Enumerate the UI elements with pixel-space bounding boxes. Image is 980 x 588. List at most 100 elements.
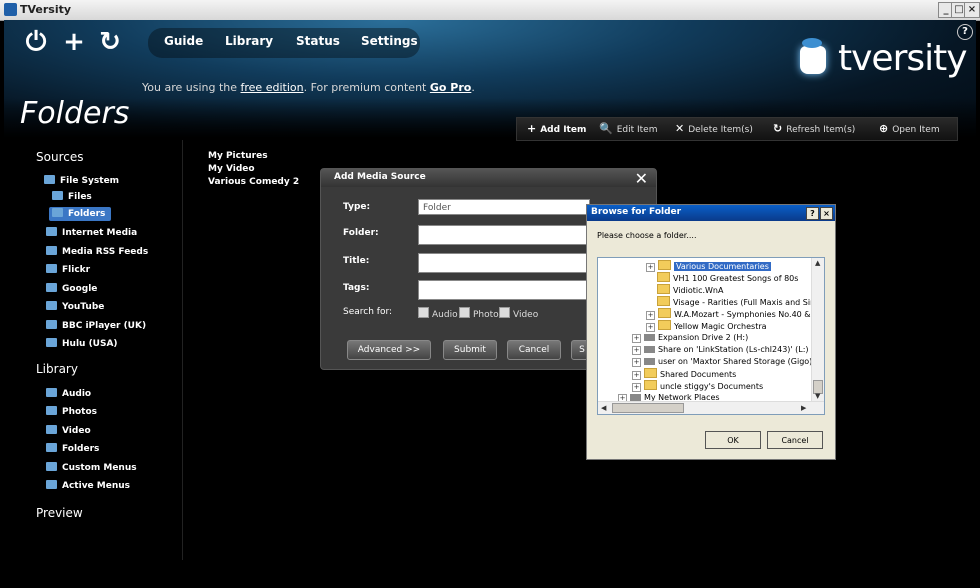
list-item[interactable]: My Video xyxy=(208,163,299,176)
sidebar-item-bbc-iplayer[interactable]: BBC iPlayer (UK) xyxy=(46,319,146,333)
ok-button[interactable]: OK xyxy=(705,431,761,449)
sidebar-item-hulu[interactable]: Hulu (USA) xyxy=(46,337,118,351)
photo-icon xyxy=(46,406,57,415)
sidebar-item-active-menus[interactable]: Active Menus xyxy=(46,479,130,493)
tab-guide[interactable]: Guide xyxy=(164,34,203,48)
sidebar-item-audio[interactable]: Audio xyxy=(46,387,91,401)
tree-node[interactable]: + Yellow Magic Orchestra xyxy=(646,320,767,332)
scroll-right-icon[interactable]: ▶ xyxy=(801,404,806,412)
close-button[interactable]: × xyxy=(964,2,980,18)
add-item-label: Add Item xyxy=(540,125,587,135)
sidebar-item-google[interactable]: Google xyxy=(46,282,97,296)
power-icon[interactable]: ⏻ xyxy=(22,28,50,56)
expand-icon[interactable]: + xyxy=(646,323,655,332)
advanced-button[interactable]: Advanced >> xyxy=(347,340,431,360)
video-checkbox-label: Video xyxy=(513,310,539,320)
sidebar-item-label: Hulu (USA) xyxy=(62,339,118,349)
sidebar-item-label: Internet Media xyxy=(62,228,138,238)
video-checkbox[interactable]: Video xyxy=(499,307,538,320)
refresh-item-button[interactable]: ↻ Refresh Item(s) xyxy=(773,122,855,135)
sidebar-item-internet-media[interactable]: Internet Media xyxy=(46,226,137,240)
title-input[interactable] xyxy=(418,253,590,273)
scroll-left-icon[interactable]: ◀ xyxy=(601,404,606,412)
folder-icon xyxy=(657,284,670,294)
tree-node[interactable]: + Shared Documents xyxy=(632,368,736,380)
help-icon[interactable]: ? xyxy=(957,24,973,40)
tree-node-label: user on 'Maxtor Shared Storage (Gigo)' (… xyxy=(658,357,823,366)
horizontal-scrollbar[interactable]: ◀ ▶ xyxy=(598,401,824,414)
tree-node-label: Share on 'LinkStation (Ls-chl243)' (L:) xyxy=(658,345,809,354)
audio-checkbox-label: Audio xyxy=(432,310,458,320)
expand-icon[interactable]: + xyxy=(632,358,641,367)
delete-item-button[interactable]: ✕ Delete Item(s) xyxy=(675,122,753,135)
submit-button[interactable]: Submit xyxy=(443,340,497,360)
open-item-button[interactable]: ⊕ Open Item xyxy=(879,122,940,135)
sidebar-item-library-folders[interactable]: Folders xyxy=(46,442,99,456)
expand-icon[interactable]: + xyxy=(632,371,641,380)
refresh-item-label: Refresh Item(s) xyxy=(786,125,856,135)
tree-node[interactable]: + user on 'Maxtor Shared Storage (Gigo)' … xyxy=(632,356,823,368)
sidebar-item-photos[interactable]: Photos xyxy=(46,405,97,419)
cancel-button[interactable]: Cancel xyxy=(507,340,561,360)
expand-icon[interactable]: + xyxy=(632,334,641,343)
add-item-button[interactable]: + Add Item xyxy=(527,122,586,135)
tab-status[interactable]: Status xyxy=(296,34,340,48)
sidebar-item-label: Video xyxy=(62,426,91,436)
tree-node[interactable]: + Expansion Drive 2 (H:) xyxy=(632,332,748,344)
tags-label: Tags: xyxy=(343,283,370,293)
tree-node[interactable]: Visage - Rarities (Full Maxis and Singl xyxy=(657,296,822,308)
tree-node[interactable]: + Various Documentaries xyxy=(646,260,771,272)
expand-icon[interactable]: + xyxy=(646,263,655,272)
plus-icon[interactable]: + xyxy=(60,28,88,56)
expand-icon[interactable]: + xyxy=(632,383,641,392)
sidebar-item-custom-menus[interactable]: Custom Menus xyxy=(46,461,137,475)
list-item[interactable]: My Pictures xyxy=(208,150,299,163)
tree-node[interactable]: VH1 100 Greatest Songs of 80s xyxy=(657,272,798,284)
refresh-icon: ↻ xyxy=(773,122,783,135)
free-edition-link[interactable]: free edition xyxy=(241,81,304,94)
sidebar-item-flickr[interactable]: Flickr xyxy=(46,263,90,277)
scroll-up-icon[interactable]: ▲ xyxy=(815,259,820,267)
sidebar-item-video[interactable]: Video xyxy=(46,424,91,438)
tree-node[interactable]: + W.A.Mozart - Symphonies No.40 & 4 xyxy=(646,308,818,320)
sidebar-item-file-system[interactable]: File System xyxy=(44,174,119,188)
folder-icon xyxy=(46,462,57,471)
sidebar-item-label: Custom Menus xyxy=(62,463,137,473)
audio-checkbox[interactable]: Audio xyxy=(418,307,458,320)
browse-cancel-button[interactable]: Cancel xyxy=(767,431,823,449)
folder-icon xyxy=(658,308,671,318)
tab-library[interactable]: Library xyxy=(225,34,273,48)
folder-tree[interactable]: + Various Documentaries VH1 100 Greatest … xyxy=(597,257,825,415)
sidebar-item-youtube[interactable]: YouTube xyxy=(46,300,104,314)
expand-icon[interactable]: + xyxy=(632,346,641,355)
tree-node[interactable]: + uncle stiggy's Documents xyxy=(632,380,763,392)
tree-node[interactable]: Vidiotic.WnA xyxy=(657,284,723,296)
type-select[interactable]: Folder xyxy=(418,199,590,215)
close-icon[interactable]: ✕ xyxy=(635,169,648,188)
sidebar-item-folders[interactable]: Folders xyxy=(49,207,112,221)
sidebar-item-media-rss[interactable]: Media RSS Feeds xyxy=(46,245,148,259)
vertical-scrollbar[interactable]: ▲ ▼ xyxy=(811,258,824,402)
delete-icon: ✕ xyxy=(675,122,685,135)
edit-item-label: Edit Item xyxy=(616,125,658,135)
folder-input[interactable] xyxy=(418,225,590,245)
sidebar-item-files[interactable]: Files xyxy=(52,190,92,204)
photo-checkbox[interactable]: Photo xyxy=(459,307,499,320)
scroll-thumb[interactable] xyxy=(612,403,684,413)
checkbox-icon xyxy=(418,307,429,318)
browse-prompt: Please choose a folder.... xyxy=(597,231,697,240)
checkbox-icon xyxy=(499,307,510,318)
help-button[interactable]: ? xyxy=(806,207,819,220)
refresh-icon[interactable]: ↻ xyxy=(96,28,124,56)
go-pro-link[interactable]: Go Pro xyxy=(430,81,471,94)
folder-label: Folder: xyxy=(343,228,379,238)
tab-settings[interactable]: Settings xyxy=(361,34,418,48)
expand-icon[interactable]: + xyxy=(646,311,655,320)
scroll-down-icon[interactable]: ▼ xyxy=(815,392,820,400)
network-drive-icon xyxy=(644,346,655,353)
edit-item-button[interactable]: 🔍 Edit Item xyxy=(599,122,657,135)
tree-node[interactable]: + Share on 'LinkStation (Ls-chl243)' (L:) xyxy=(632,344,809,356)
list-item[interactable]: Various Comedy 2 xyxy=(208,176,299,189)
browse-close-button[interactable]: × xyxy=(820,207,833,220)
tags-input[interactable] xyxy=(418,280,590,300)
